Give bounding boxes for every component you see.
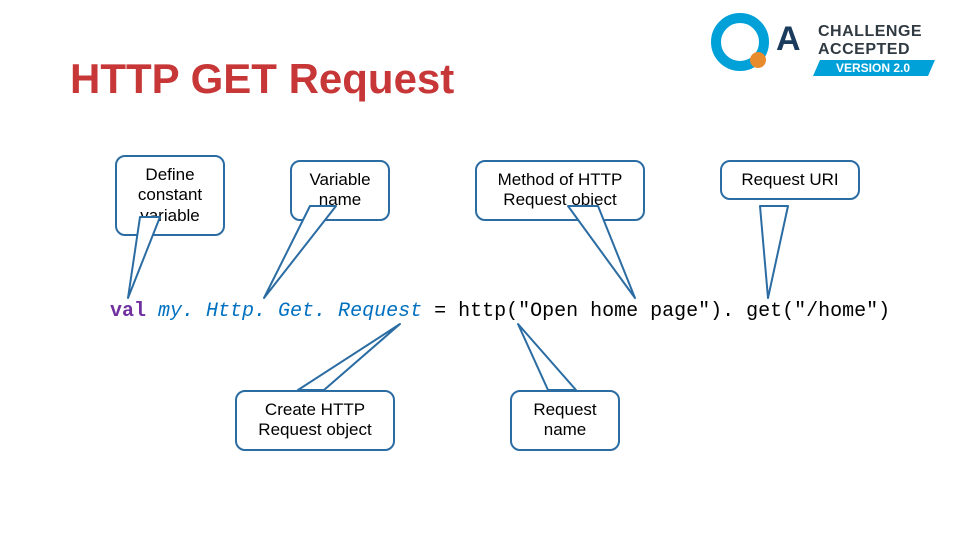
code-keyword: val [110,300,146,323]
logo-version: VERSION 2.0 [836,61,910,75]
code-line: val my. Http. Get. Request = http("Open … [110,300,890,323]
svg-text:A: A [776,20,801,58]
logo: A CHALLENGE ACCEPTED VERSION 2.0 [710,12,940,87]
bubble-method: Method of HTTP Request object [475,160,645,221]
page-title: HTTP GET Request [70,55,454,103]
bubble-reqname: Request name [510,390,620,451]
bubble-uri: Request URI [720,160,860,200]
logo-tag1: CHALLENGE [818,23,922,40]
logo-tag2: ACCEPTED [818,41,910,58]
code-rest: = http("Open home page"). get("/home") [422,300,890,323]
bubble-varname: Variable name [290,160,390,221]
bubble-define: Define constant variable [115,155,225,236]
bubble-create: Create HTTP Request object [235,390,395,451]
code-ident: my. Http. Get. Request [158,300,422,323]
